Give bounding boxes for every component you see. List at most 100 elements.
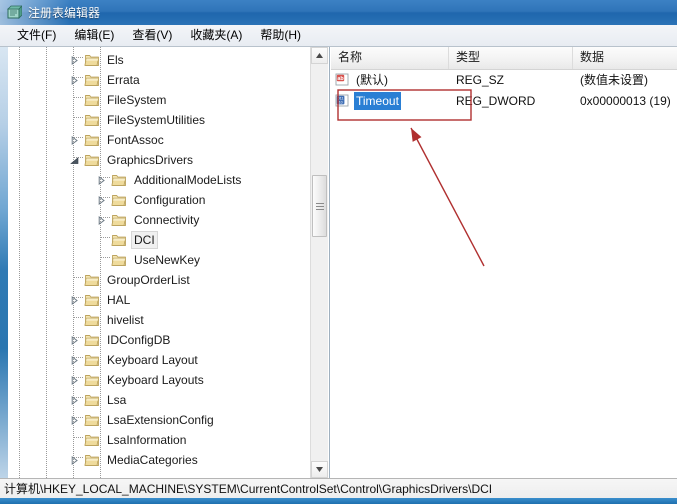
folder-icon (84, 75, 99, 86)
tree-item-lsaextensionconfig[interactable]: LsaExtensionConfig (8, 410, 308, 430)
folder-icon (84, 435, 99, 446)
values-list[interactable]: ab (默认) REG_SZ (数值未设置) 011 10 Timeout REG_DWORD… (331, 69, 677, 111)
chevron-right-icon[interactable] (70, 135, 79, 145)
tree-vertical-scrollbar[interactable] (310, 47, 328, 478)
dword-value-icon: 01110 (335, 94, 349, 106)
svg-text:ab: ab (337, 76, 344, 82)
menu-view[interactable]: 查看(V) (123, 26, 181, 45)
window-title: 注册表编辑器 (28, 6, 101, 20)
tree-item-label: Keyboard Layouts (107, 373, 204, 387)
folder-icon (84, 355, 99, 366)
registry-editor-icon (7, 4, 22, 19)
scroll-up-arrow-icon[interactable] (311, 47, 328, 64)
chevron-right-icon[interactable] (70, 335, 79, 345)
status-bar-path: 计算机\HKEY_LOCAL_MACHINE\SYSTEM\CurrentCon… (4, 481, 493, 496)
tree-item-filesystemutilities[interactable]: FileSystemUtilities (8, 110, 308, 130)
tree-item-label: MediaCategories (107, 453, 198, 467)
tree-node-no-expander (68, 310, 80, 330)
tree-item-connectivity[interactable]: Connectivity (8, 210, 308, 230)
folder-icon (111, 175, 126, 186)
tree-item-label: Els (107, 53, 124, 67)
column-header-data[interactable]: 数据 (573, 47, 677, 69)
folder-icon (84, 295, 99, 306)
tree-item-configuration[interactable]: Configuration (8, 190, 308, 210)
tree-item-idconfigdb[interactable]: IDConfigDB (8, 330, 308, 350)
tree-item-label: Keyboard Layout (107, 353, 198, 367)
tree-item-label: AdditionalModeLists (134, 173, 242, 187)
registry-values-pane[interactable]: 名称 类型 数据 ab (默认) REG_SZ (数值未设置) 011 10 Timeout… (331, 47, 677, 478)
tree-item-grouporderlist[interactable]: GroupOrderList (8, 270, 308, 290)
scroll-down-arrow-icon[interactable] (311, 461, 328, 478)
tree-item-hal[interactable]: HAL (8, 290, 308, 310)
tree-item-label: LsaInformation (107, 433, 187, 447)
menu-favorites[interactable]: 收藏夹(A) (181, 26, 251, 45)
tree-node-no-expander (68, 90, 80, 110)
tree-item-label: Connectivity (134, 213, 200, 227)
tree-item-els[interactable]: Els (8, 50, 308, 70)
chevron-right-icon[interactable] (70, 55, 79, 65)
tree-item-keyboard-layouts[interactable]: Keyboard Layouts (8, 370, 308, 390)
value-name-cell: 011 10 Timeout (331, 91, 449, 110)
menu-edit[interactable]: 编辑(E) (65, 26, 123, 45)
menu-help[interactable]: 帮助(H) (251, 26, 310, 45)
chevron-right-icon[interactable] (97, 175, 106, 185)
chevron-right-icon[interactable] (97, 215, 106, 225)
folder-icon (111, 195, 126, 206)
tree-item-label: GraphicsDrivers (107, 153, 194, 167)
taskbar-strip (0, 498, 677, 504)
folder-icon (84, 415, 99, 426)
column-header-name[interactable]: 名称 (331, 47, 449, 69)
tree-item-lsa[interactable]: Lsa (8, 390, 308, 410)
registry-editor-window: 注册表编辑器 文件(F) 编辑(E) 查看(V) 收藏夹(A) 帮助(H) El… (0, 0, 677, 504)
chevron-down-icon[interactable] (69, 156, 79, 165)
chevron-right-icon[interactable] (70, 415, 79, 425)
tree-item-mediacategories[interactable]: MediaCategories (8, 450, 308, 470)
value-row[interactable]: ab (默认) REG_SZ (数值未设置) (331, 69, 677, 90)
chevron-right-icon[interactable] (70, 295, 79, 305)
tree-item-label: Errata (107, 73, 140, 87)
chevron-right-icon[interactable] (70, 75, 79, 85)
tree-item-errata[interactable]: Errata (8, 70, 308, 90)
tree-node-no-expander (68, 430, 80, 450)
tree-item-keyboard-layout[interactable]: Keyboard Layout (8, 350, 308, 370)
tree-item-additionalmodelists[interactable]: AdditionalModeLists (8, 170, 308, 190)
value-row[interactable]: 011 10 Timeout REG_DWORD 0x00000013 (19) (331, 90, 677, 111)
tree-item-label: Configuration (134, 193, 206, 207)
value-type-cell: REG_SZ (456, 72, 505, 87)
folder-icon (111, 255, 126, 266)
menu-bar: 文件(F) 编辑(E) 查看(V) 收藏夹(A) 帮助(H) (0, 25, 677, 47)
tree-item-label: LsaExtensionConfig (107, 413, 214, 427)
tree-node-no-expander (68, 110, 80, 130)
menu-file[interactable]: 文件(F) (8, 26, 65, 45)
column-header-type[interactable]: 类型 (449, 47, 573, 69)
folder-icon (84, 95, 99, 106)
tree-item-graphicsdrivers[interactable]: GraphicsDrivers (8, 150, 308, 170)
tree-item-label: UseNewKey (134, 253, 201, 267)
folder-icon (84, 455, 99, 466)
chevron-right-icon[interactable] (70, 395, 79, 405)
tree-item-label: HAL (107, 293, 131, 307)
registry-tree[interactable]: Els Errata FileSystem FileSystemUtilities Fo… (8, 47, 308, 478)
tree-item-filesystem[interactable]: FileSystem (8, 90, 308, 110)
tree-item-lsainformation[interactable]: LsaInformation (8, 430, 308, 450)
tree-item-usenewkey[interactable]: UseNewKey (8, 250, 308, 270)
folder-icon (84, 395, 99, 406)
chevron-right-icon[interactable] (97, 195, 106, 205)
tree-item-label: Lsa (107, 393, 127, 407)
folder-icon (84, 375, 99, 386)
tree-scrollbar-thumb[interactable] (312, 175, 327, 237)
tree-item-label: FontAssoc (107, 133, 164, 147)
registry-tree-pane[interactable]: Els Errata FileSystem FileSystemUtilities Fo… (8, 47, 330, 478)
string-value-icon: ab (335, 73, 349, 85)
value-data-cell: 0x00000013 (19) (580, 93, 671, 108)
folder-icon (84, 335, 99, 346)
tree-item-dci[interactable]: DCI (8, 230, 308, 250)
tree-item-label: hivelist (107, 313, 144, 327)
tree-item-hivelist[interactable]: hivelist (8, 310, 308, 330)
tree-node-no-expander (68, 270, 80, 290)
chevron-right-icon[interactable] (70, 355, 79, 365)
tree-item-fontassoc[interactable]: FontAssoc (8, 130, 308, 150)
status-bar: 计算机\HKEY_LOCAL_MACHINE\SYSTEM\CurrentCon… (0, 478, 677, 498)
chevron-right-icon[interactable] (70, 455, 79, 465)
chevron-right-icon[interactable] (70, 375, 79, 385)
